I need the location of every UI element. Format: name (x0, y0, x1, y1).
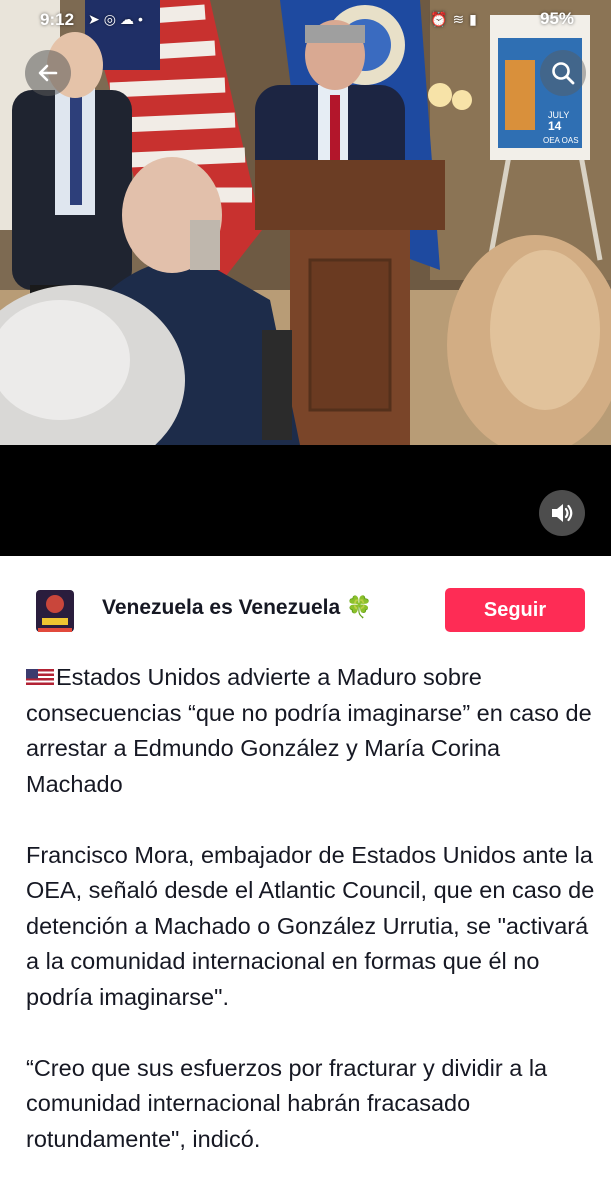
poster-org: OEA OAS (543, 136, 579, 145)
press-conference-photo: JULY 14 OEA OAS (0, 0, 611, 445)
wifi-icon: ≋ (452, 11, 470, 27)
dot-icon: • (137, 11, 147, 27)
caption-headline-block: Estados Unidos advierte a Maduro sobre c… (26, 660, 596, 802)
caption-paragraph-2: “Creo que sus esfuerzos por fracturar y … (26, 1054, 548, 1152)
back-button[interactable] (25, 50, 71, 96)
search-button[interactable] (540, 50, 586, 96)
search-icon (552, 62, 575, 85)
author-name-text[interactable]: Venezuela es Venezuela (102, 596, 340, 619)
status-bar: 9:12 ➤◎☁• ⏰≋▮ 95% (0, 0, 611, 40)
messenger-icon: ◎ (103, 11, 120, 27)
video-frame: JULY 14 OEA OAS (0, 0, 611, 445)
arrow-left-icon (38, 64, 58, 82)
author-row: Venezuela es Venezuela 🍀 Seguir (0, 580, 611, 644)
location-arrow-icon: ➤ (88, 11, 104, 27)
clover-emoji: 🍀 (345, 596, 373, 619)
us-flag-icon (26, 669, 54, 687)
author-name[interactable]: Venezuela es Venezuela 🍀 (102, 596, 372, 620)
poster-date: 14 (548, 119, 562, 133)
status-system-icons: ⏰≋▮ (430, 11, 482, 28)
status-battery: 95% (540, 9, 575, 28)
alarm-icon: ⏰ (430, 11, 453, 27)
video-player[interactable]: JULY 14 OEA OAS 9:12 ➤◎☁• ⏰≋▮ 95% (0, 0, 611, 556)
follow-button[interactable]: Seguir (445, 588, 585, 632)
caption-headline: Estados Unidos advierte a Maduro sobre c… (26, 664, 592, 797)
speaker-icon (552, 504, 573, 522)
caption-paragraph-1: Francisco Mora, embajador de Estados Uni… (26, 841, 595, 1010)
channel-logo (32, 584, 78, 638)
signal-icon: ▮ (469, 11, 482, 27)
avatar[interactable] (32, 584, 78, 638)
post-caption: Estados Unidos advierte a Maduro sobre c… (26, 660, 596, 1193)
weather-icon: ☁ (119, 11, 138, 27)
status-notification-icons: ➤◎☁• (88, 11, 147, 28)
status-time: 9:12 (40, 10, 75, 29)
volume-button[interactable] (539, 490, 585, 536)
